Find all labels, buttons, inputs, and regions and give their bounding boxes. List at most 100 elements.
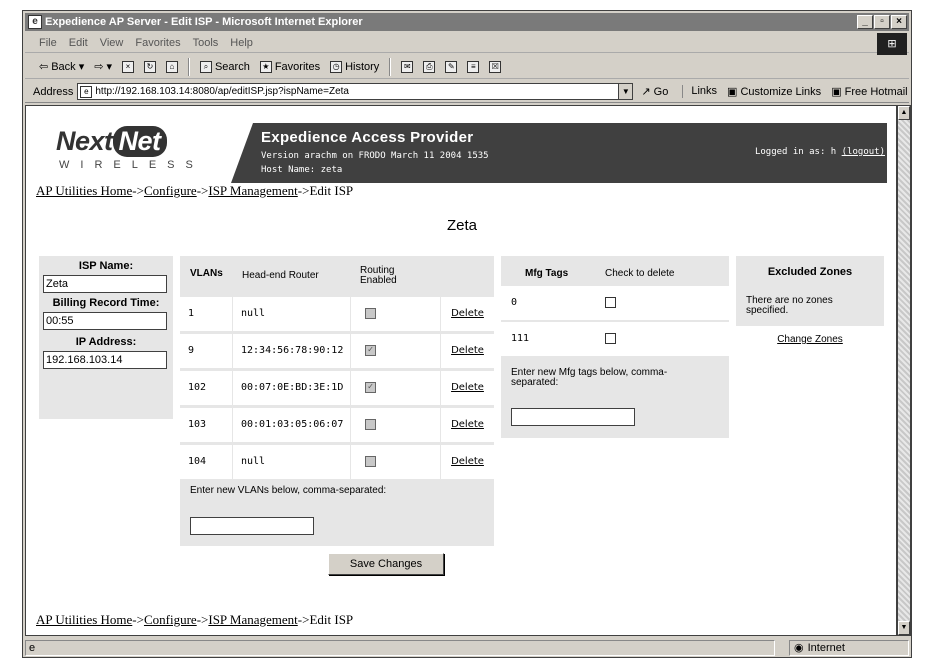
page-icon: e xyxy=(80,85,93,98)
status-bar: e ◉ Internet xyxy=(25,639,909,657)
logout-link[interactable]: (logout) xyxy=(842,147,885,157)
new-vlans-input[interactable] xyxy=(190,517,314,535)
back-arrow-icon: ⇦ xyxy=(39,61,49,73)
routing-enabled-checkbox[interactable] xyxy=(365,307,376,319)
home-icon[interactable]: ⌂ xyxy=(165,60,178,73)
windows-logo-icon: ⊞ xyxy=(877,33,907,55)
vlan-row: 9 12:34:56:78:90:12 ✓ Delete xyxy=(180,334,494,368)
back-button[interactable]: ⇦ Back ▾ xyxy=(39,60,84,74)
routing-enabled-checkbox[interactable] xyxy=(365,418,376,430)
ie-logo-icon: e xyxy=(28,15,42,29)
favorites-icon: ★ xyxy=(259,60,272,73)
delete-vlan-link[interactable]: Delete xyxy=(451,345,484,356)
address-input[interactable]: e http://192.168.103.14:8080/ap/editISP.… xyxy=(77,83,620,100)
mfg-prompt: Enter new Mfg tags below, comma-separate… xyxy=(511,367,668,388)
menu-file[interactable]: File xyxy=(39,37,57,49)
window-title: Expedience AP Server - Edit ISP - Micros… xyxy=(45,16,363,28)
link-hotmail[interactable]: ▣ Free Hotmail xyxy=(831,85,907,98)
print-icon[interactable]: ⎙ xyxy=(423,60,436,73)
page-icon: ▣ xyxy=(727,86,738,98)
change-zones-link[interactable]: Change Zones xyxy=(777,334,843,345)
vlan-id: 103 xyxy=(180,408,232,442)
vlan-panel: VLANs Head-end Router Routing Enabled 1n… xyxy=(180,256,494,546)
delete-tag-checkbox[interactable] xyxy=(605,296,616,308)
refresh-icon[interactable]: ↻ xyxy=(143,60,156,73)
search-button[interactable]: ⌕ Search xyxy=(199,60,250,73)
version-text: Version arachm on FRODO March 11 2004 15… xyxy=(261,151,489,161)
messenger-icon[interactable]: ☒ xyxy=(489,60,502,73)
breadcrumb-home[interactable]: AP Utilities Home xyxy=(36,612,132,627)
menu-favorites[interactable]: Favorites xyxy=(135,37,180,49)
page-icon: ▣ xyxy=(831,86,842,98)
scroll-down-icon[interactable]: ▼ xyxy=(898,621,910,635)
toolbar-separator xyxy=(187,57,190,76)
delete-vlan-link[interactable]: Delete xyxy=(451,382,484,393)
billing-record-field[interactable]: 00:55 xyxy=(43,312,167,330)
excluded-zones-panel: Excluded Zones There are no zones specif… xyxy=(736,256,884,353)
stop-icon[interactable]: × xyxy=(121,60,134,73)
isp-details-panel: ISP Name: Zeta Billing Record Time: 00:5… xyxy=(39,256,173,419)
status-page-icon: e xyxy=(25,640,775,656)
vlan-row: 1 null Delete xyxy=(180,297,494,331)
history-button[interactable]: ◷ History xyxy=(330,60,379,73)
address-bar: Address e http://192.168.103.14:8080/ap/… xyxy=(25,81,909,103)
vlan-id: 1 xyxy=(180,297,232,331)
delete-vlan-link[interactable]: Delete xyxy=(451,419,484,430)
maximize-icon[interactable]: ▫ xyxy=(874,15,890,29)
browser-window: e Expedience AP Server - Edit ISP - Micr… xyxy=(22,10,912,658)
vlan-id: 9 xyxy=(180,334,232,368)
delete-vlan-link[interactable]: Delete xyxy=(451,308,484,319)
ip-address-field[interactable]: 192.168.103.14 xyxy=(43,351,167,369)
breadcrumb-isp-management[interactable]: ISP Management xyxy=(208,612,297,627)
breadcrumb-current: Edit ISP xyxy=(309,612,354,627)
ip-address-label: IP Address: xyxy=(75,336,137,348)
vlan-row: 102 00:07:0E:BD:3E:1D ✓ Delete xyxy=(180,371,494,405)
delete-tag-checkbox[interactable] xyxy=(605,332,616,344)
vlan-row: 103 00:01:03:05:06:07 Delete xyxy=(180,408,494,442)
globe-icon: ◉ xyxy=(794,642,804,654)
close-icon[interactable]: × xyxy=(891,15,907,29)
discuss-icon[interactable]: ≡ xyxy=(467,60,480,73)
head-end-router: 00:01:03:05:06:07 xyxy=(233,408,350,442)
links-bar: Links ▣ Customize Links ▣ Free Hotmail xyxy=(682,85,908,98)
minimize-icon[interactable]: _ xyxy=(857,15,873,29)
address-dropdown-icon[interactable]: ▼ xyxy=(619,83,634,100)
menu-bar: File Edit View Favorites Tools Help xyxy=(25,33,909,53)
favorites-button[interactable]: ★ Favorites xyxy=(259,60,320,73)
forward-button[interactable]: ⇨ ▾ xyxy=(94,60,112,73)
head-end-router: 12:34:56:78:90:12 xyxy=(233,334,350,368)
routing-enabled-checkbox[interactable] xyxy=(365,455,376,467)
save-changes-button[interactable]: Save Changes xyxy=(328,553,444,575)
isp-name-field[interactable]: Zeta xyxy=(43,275,167,293)
scroll-up-icon[interactable]: ▲ xyxy=(898,106,910,120)
app-title: Expedience Access Provider xyxy=(261,129,474,146)
breadcrumb-isp-management[interactable]: ISP Management xyxy=(208,183,297,198)
delete-vlan-link[interactable]: Delete xyxy=(451,456,484,467)
history-icon: ◷ xyxy=(330,60,343,73)
title-bar: e Expedience AP Server - Edit ISP - Micr… xyxy=(25,13,909,31)
routing-enabled-checkbox[interactable]: ✓ xyxy=(365,381,376,393)
vlan-id: 102 xyxy=(180,371,232,405)
mfg-tags-panel: Mfg Tags Check to delete 0 111 Enter new … xyxy=(501,256,729,438)
edit-icon[interactable]: ✎ xyxy=(445,60,458,73)
breadcrumb-configure[interactable]: Configure xyxy=(144,183,197,198)
mail-icon[interactable]: ✉ xyxy=(401,60,414,73)
forward-arrow-icon: ⇨ xyxy=(94,61,104,73)
breadcrumb-home[interactable]: AP Utilities Home xyxy=(36,183,132,198)
host-text: Host Name: zeta xyxy=(261,165,343,175)
routing-enabled-checkbox[interactable]: ✓ xyxy=(365,344,376,356)
menu-edit[interactable]: Edit xyxy=(69,37,88,49)
breadcrumb-current: Edit ISP xyxy=(309,183,354,198)
link-customize[interactable]: ▣ Customize Links xyxy=(727,85,821,98)
go-button[interactable]: ↗ Go xyxy=(641,85,668,98)
menu-view[interactable]: View xyxy=(100,37,124,49)
vlan-row: 104 null Delete xyxy=(180,445,494,479)
breadcrumb-configure[interactable]: Configure xyxy=(144,612,197,627)
mfg-tag-row: 0 xyxy=(501,286,729,320)
menu-tools[interactable]: Tools xyxy=(193,37,219,49)
menu-help[interactable]: Help xyxy=(230,37,253,49)
new-mfg-tags-input[interactable] xyxy=(511,408,635,426)
mfg-tag-row: 111 xyxy=(501,322,729,356)
page-content: Next Net WIRELESS Expedience Access Provi… xyxy=(25,105,897,636)
vertical-scrollbar[interactable]: ▲ ▼ xyxy=(897,105,911,636)
